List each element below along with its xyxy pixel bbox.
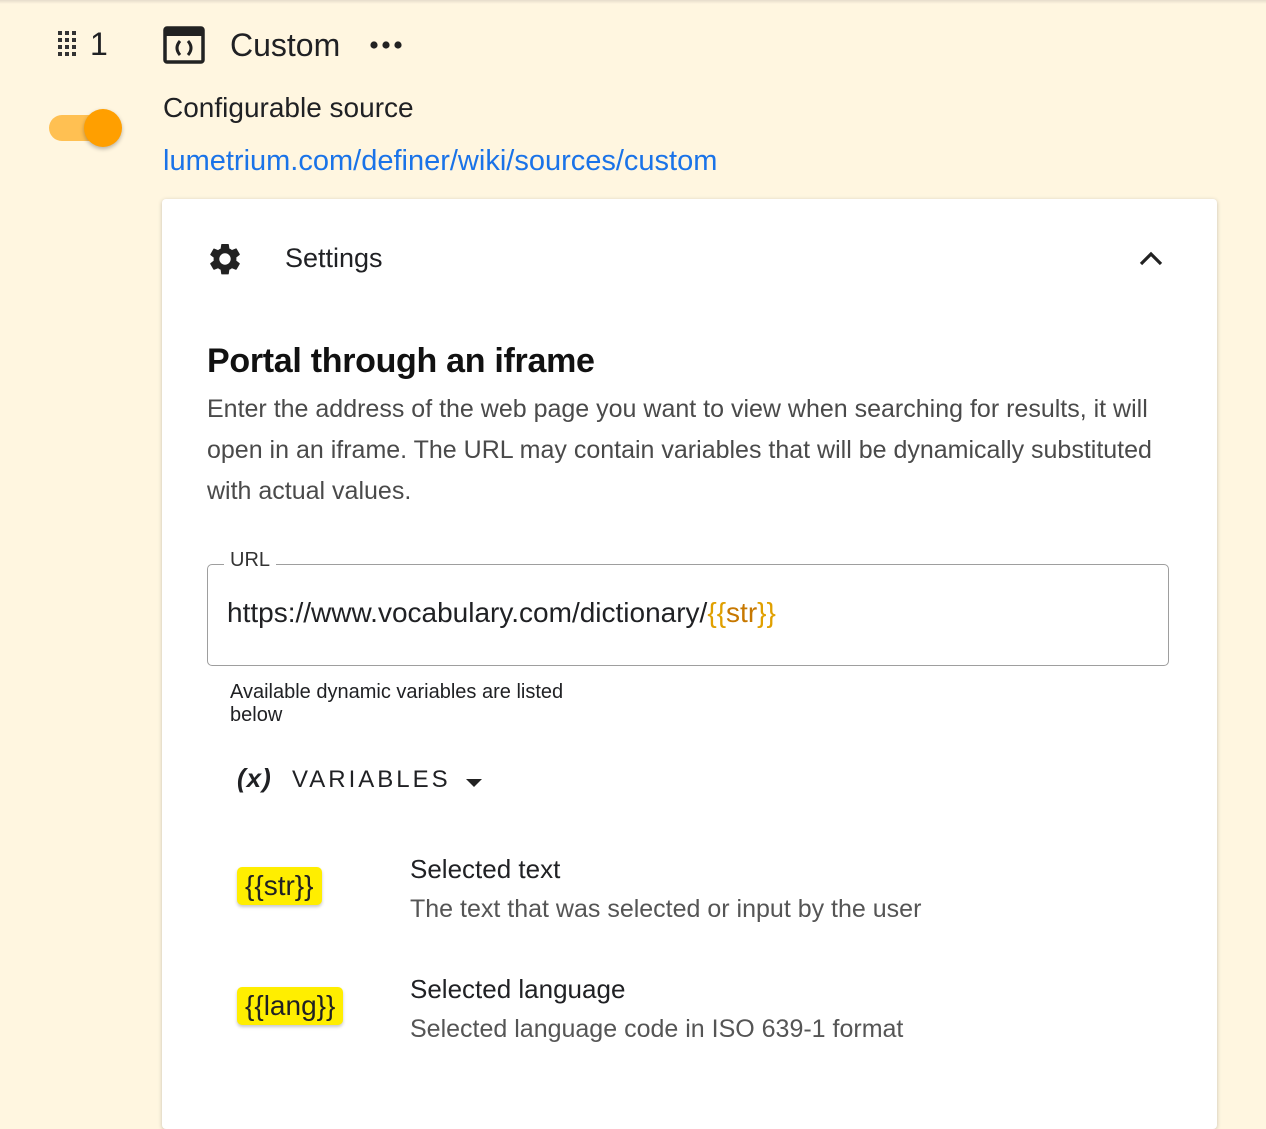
settings-card: Settings Portal through an iframe Enter … <box>162 199 1217 1129</box>
url-open-brace: {{ <box>707 597 727 628</box>
section-description: Enter the address of the web page you wa… <box>207 395 1152 505</box>
enable-source-toggle[interactable] <box>49 109 123 149</box>
source-title: Custom <box>230 27 341 63</box>
documentation-link[interactable]: lumetrium.com/definer/wiki/sources/custo… <box>163 145 717 178</box>
source-subtitle: Configurable source <box>163 92 414 123</box>
url-helper-text: Available dynamic variables are listed b… <box>230 681 564 726</box>
settings-panel-title[interactable]: Settings <box>285 243 383 274</box>
variable-name: Selected text <box>410 854 561 884</box>
url-variable: str <box>726 597 758 628</box>
variables-label: VARIABLES <box>292 766 451 793</box>
variable-description: The text that was selected or input by t… <box>410 895 922 923</box>
url-prefix: https://www.vocabulary.com/dictionary/ <box>227 597 708 628</box>
variable-chip-str[interactable]: {{str}} <box>237 867 322 905</box>
more-horizontal-icon[interactable] <box>369 40 403 50</box>
variable-symbol-icon: (x) <box>237 763 272 793</box>
variable-description: Selected language code in ISO 639-1 form… <box>410 1015 904 1043</box>
top-shadow <box>0 0 1266 4</box>
url-field-label: URL <box>224 549 277 572</box>
url-field[interactable]: URL https://www.vocabulary.com/dictionar… <box>207 549 1169 666</box>
drag-handle-icon[interactable] <box>57 29 81 59</box>
chevron-up-icon[interactable] <box>1136 247 1166 269</box>
caret-down-icon <box>466 779 482 787</box>
gear-icon <box>210 243 240 275</box>
section-title: Portal through an iframe <box>207 342 595 380</box>
variable-chip-lang[interactable]: {{lang}} <box>237 987 344 1025</box>
url-input[interactable]: https://www.vocabulary.com/dictionary/{{… <box>227 597 776 629</box>
variables-toggle[interactable]: (x) VARIABLES <box>237 761 497 801</box>
source-index: 1 <box>90 26 108 62</box>
toggle-thumb <box>84 109 122 147</box>
variable-name: Selected language <box>410 974 626 1004</box>
iframe-source-icon <box>163 26 205 64</box>
url-close-brace: }} <box>757 597 776 628</box>
